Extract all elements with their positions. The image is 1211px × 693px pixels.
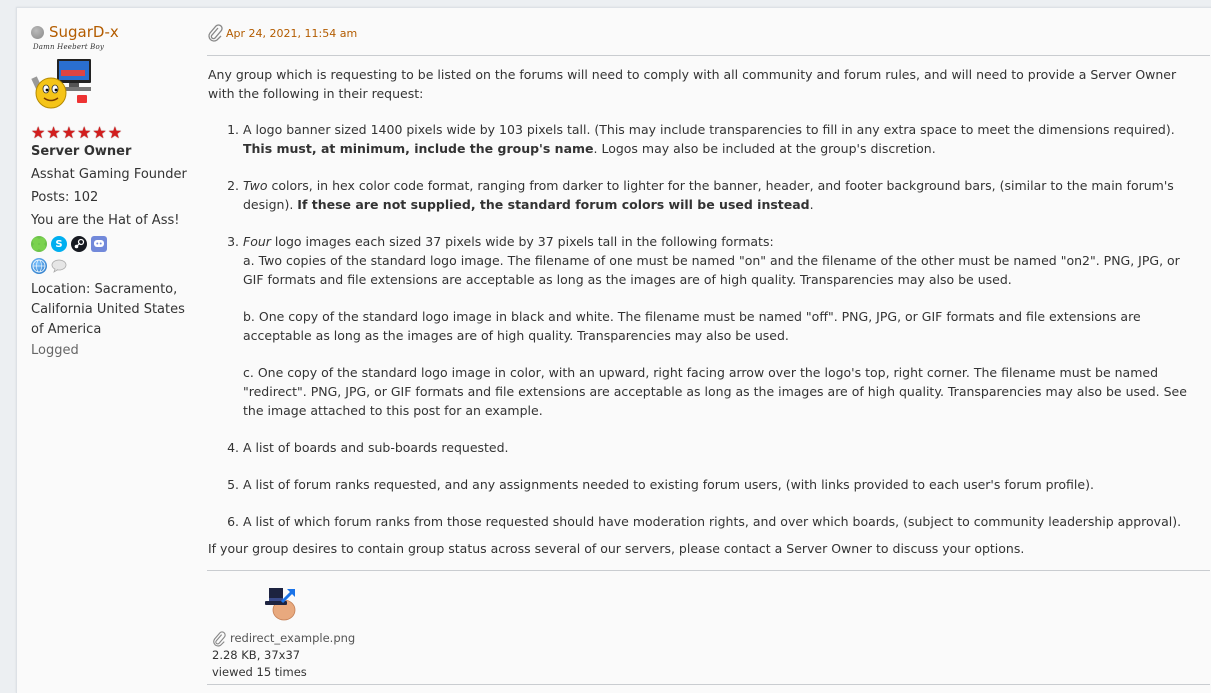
- attachment-size: 2.28 KB, 37x37: [212, 648, 301, 662]
- poster-name-link[interactable]: SugarD-x: [49, 23, 119, 41]
- poster-blurb: You are the Hat of Ass!: [31, 213, 180, 228]
- rank-star-icon: ★: [46, 123, 61, 142]
- list-item: A list of which forum ranks from those r…: [243, 512, 1198, 531]
- attachment-name-row: redirect_example.png: [212, 630, 355, 647]
- rank-star-icon: ★: [92, 123, 107, 142]
- footer-divider: [207, 684, 1210, 685]
- post-count: Posts: 102: [31, 190, 99, 205]
- contact-icons-row: [31, 258, 201, 274]
- post-body: Any group which is requesting to be list…: [208, 65, 1198, 558]
- poster-info: SugarD-x Damn Heebert Boy ★ ★ ★ ★ ★ ★ Se…: [31, 22, 201, 358]
- list-item-text: . Logos may also be included at the grou…: [593, 141, 936, 156]
- requirements-list: A logo banner sized 1400 pixels wide by …: [208, 120, 1198, 531]
- skype-icon[interactable]: S: [51, 236, 67, 252]
- poster-title: Asshat Gaming Founder: [31, 167, 187, 182]
- discord-icon[interactable]: [91, 236, 107, 252]
- rank-star-icon: ★: [77, 123, 92, 142]
- sub-item-b: b. One copy of the standard logo image i…: [243, 309, 1141, 343]
- attachment-thumbnail[interactable]: [260, 584, 300, 624]
- post-outro: If your group desires to contain group s…: [208, 541, 1025, 556]
- logged-label: Logged: [31, 343, 79, 358]
- list-item-bold: If these are not supplied, the standard …: [297, 197, 810, 212]
- list-item-text: A list of boards and sub-boards requeste…: [243, 440, 509, 455]
- im-icons-row: S: [31, 236, 201, 252]
- sub-item-c: c. One copy of the standard logo image i…: [243, 365, 1187, 418]
- list-item-emphasis: Four: [243, 234, 271, 249]
- list-item-text: .: [809, 197, 814, 212]
- list-item-text: logo images each sized 37 pixels wide by…: [270, 234, 774, 249]
- attachment-views: viewed 15 times: [212, 665, 307, 679]
- membergroup: Server Owner: [31, 144, 132, 159]
- attachment-divider: [207, 570, 1210, 571]
- list-item-text: A logo banner sized 1400 pixels wide by …: [243, 122, 1175, 137]
- avatar: [31, 55, 99, 111]
- rank-star-icon: ★: [61, 123, 77, 142]
- paperclip-icon: [213, 630, 226, 647]
- steam-icon[interactable]: [71, 236, 87, 252]
- forum-post: SugarD-x Damn Heebert Boy ★ ★ ★ ★ ★ ★ Se…: [16, 7, 1211, 693]
- custom-title: Damn Heebert Boy: [33, 43, 105, 51]
- post-intro: Any group which is requesting to be list…: [208, 67, 1177, 101]
- post-date-link[interactable]: Apr 24, 2021, 11:54 am: [226, 27, 357, 40]
- list-item-bold: This must, at minimum, include the group…: [243, 141, 594, 156]
- clover-icon[interactable]: [31, 236, 47, 252]
- list-item: A list of boards and sub-boards requeste…: [243, 438, 1198, 457]
- list-item: A list of forum ranks requested, and any…: [243, 475, 1198, 494]
- chat-bubble-icon[interactable]: [51, 258, 67, 274]
- list-item-emphasis: Two: [243, 178, 268, 193]
- list-item: Four logo images each sized 37 pixels wi…: [243, 232, 1198, 420]
- list-item-text: A list of forum ranks requested, and any…: [243, 477, 1094, 492]
- sub-item-a: a. Two copies of the standard logo image…: [243, 253, 1180, 287]
- website-icon[interactable]: [31, 258, 47, 274]
- list-item-text: A list of which forum ranks from those r…: [243, 514, 1182, 529]
- rank-star-icon: ★: [31, 123, 46, 142]
- header-divider: [207, 55, 1210, 56]
- post-keyinfo: Apr 24, 2021, 11:54 am: [207, 23, 357, 43]
- offline-status-icon: [31, 25, 44, 39]
- attachment: redirect_example.png 2.28 KB, 37x37 view…: [212, 584, 355, 681]
- paperclip-icon: [208, 24, 223, 42]
- rank-stars: ★ ★ ★ ★ ★ ★: [31, 125, 201, 141]
- list-item: A logo banner sized 1400 pixels wide by …: [243, 120, 1198, 158]
- attachment-link[interactable]: redirect_example.png: [230, 630, 355, 647]
- list-item: Two colors, in hex color code format, ra…: [243, 176, 1198, 214]
- poster-name-row: SugarD-x: [31, 22, 201, 42]
- poster-location: Location: Sacramento, California United …: [31, 282, 185, 337]
- rank-star-icon: ★: [107, 123, 123, 142]
